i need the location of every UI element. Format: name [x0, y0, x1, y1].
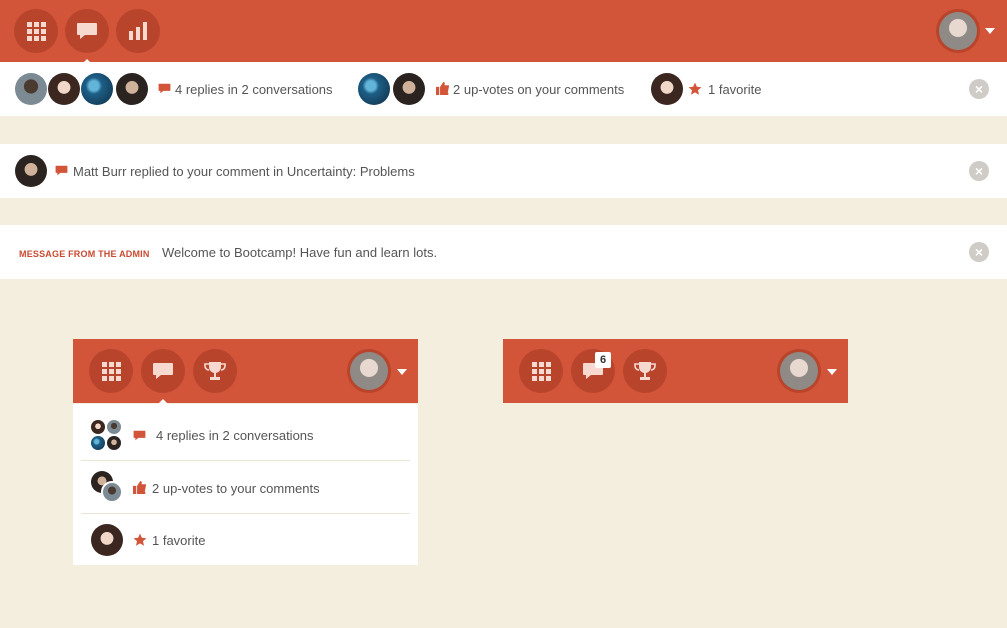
avatar — [358, 73, 390, 105]
avatar — [393, 73, 425, 105]
upvotes-summary-link[interactable]: 2 up-votes on your comments — [453, 82, 624, 97]
avatar — [91, 420, 105, 434]
grid-icon — [26, 21, 46, 41]
mini-nav-bar-expanded — [73, 339, 418, 406]
chevron-down-icon[interactable] — [827, 369, 837, 375]
speech-bubble-icon — [133, 430, 146, 441]
avatar — [107, 420, 121, 434]
bar-chart-icon — [129, 22, 147, 40]
user-avatar-button[interactable] — [936, 9, 980, 53]
user-avatar-button[interactable] — [347, 349, 391, 393]
avatar — [939, 12, 977, 50]
notification-summary-row: 4 replies in 2 conversations 2 up-votes … — [0, 62, 1007, 116]
chevron-down-icon[interactable] — [397, 369, 407, 375]
dropdown-item-label: 2 up-votes to your comments — [152, 481, 320, 496]
mini-nav-bar-collapsed: 6 — [503, 339, 848, 403]
avatar — [15, 73, 47, 105]
dropdown-item-label: 1 favorite — [152, 533, 206, 548]
stats-button[interactable] — [116, 9, 160, 53]
apps-button[interactable] — [89, 349, 133, 393]
avatar — [107, 436, 121, 450]
thumbs-up-icon — [436, 82, 449, 95]
achievements-button[interactable] — [623, 349, 667, 393]
notifications-dropdown: 4 replies in 2 conversations 2 up-votes … — [73, 404, 418, 565]
list-item[interactable]: 2 up-votes to your comments — [81, 462, 410, 514]
avatar — [15, 155, 47, 187]
user-avatar-button[interactable] — [777, 349, 821, 393]
admin-message-label: MESSAGE FROM THE ADMIN — [19, 249, 150, 259]
avatar — [780, 352, 818, 390]
close-icon[interactable]: × — [969, 79, 989, 99]
grid-icon — [101, 361, 121, 381]
list-item[interactable]: 4 replies in 2 conversations — [81, 409, 410, 461]
trophy-icon — [204, 362, 226, 380]
notifications-button[interactable]: 6 — [571, 349, 615, 393]
avatar — [81, 73, 113, 105]
avatar — [48, 73, 80, 105]
avatar — [651, 73, 683, 105]
reply-notification-text[interactable]: Matt Burr replied to your comment in Unc… — [73, 164, 415, 179]
close-icon[interactable]: × — [969, 161, 989, 181]
chevron-down-icon[interactable] — [985, 28, 995, 34]
avatar — [116, 73, 148, 105]
replies-summary-link[interactable]: 4 replies in 2 conversations — [175, 82, 333, 97]
speech-bubble-icon — [55, 165, 68, 176]
trophy-icon — [634, 362, 656, 380]
star-icon — [688, 82, 702, 95]
close-icon[interactable]: × — [969, 242, 989, 262]
star-icon — [133, 533, 147, 546]
notifications-button[interactable] — [65, 9, 109, 66]
list-item[interactable]: 1 favorite — [81, 514, 410, 566]
apps-button[interactable] — [14, 9, 58, 53]
achievements-button[interactable] — [193, 349, 237, 393]
notifications-button[interactable] — [141, 349, 185, 406]
speech-bubble-icon — [77, 23, 97, 39]
grid-icon — [531, 361, 551, 381]
thumbs-up-icon — [133, 481, 146, 494]
dropdown-item-label: 4 replies in 2 conversations — [156, 428, 314, 443]
notification-count-badge: 6 — [595, 352, 611, 368]
avatar — [350, 352, 388, 390]
admin-message-text: Welcome to Bootcamp! Have fun and learn … — [162, 245, 438, 260]
avatar — [91, 436, 105, 450]
speech-bubble-icon — [153, 363, 173, 379]
reply-notification-row: Matt Burr replied to your comment in Unc… — [0, 144, 1007, 198]
speech-bubble-icon — [158, 83, 171, 94]
favorite-summary-link[interactable]: 1 favorite — [708, 82, 761, 97]
avatar — [101, 481, 123, 503]
apps-button[interactable] — [519, 349, 563, 393]
admin-message-row: MESSAGE FROM THE ADMIN Welcome to Bootca… — [0, 225, 1007, 279]
avatar — [91, 524, 123, 556]
top-nav-bar — [0, 0, 1007, 66]
